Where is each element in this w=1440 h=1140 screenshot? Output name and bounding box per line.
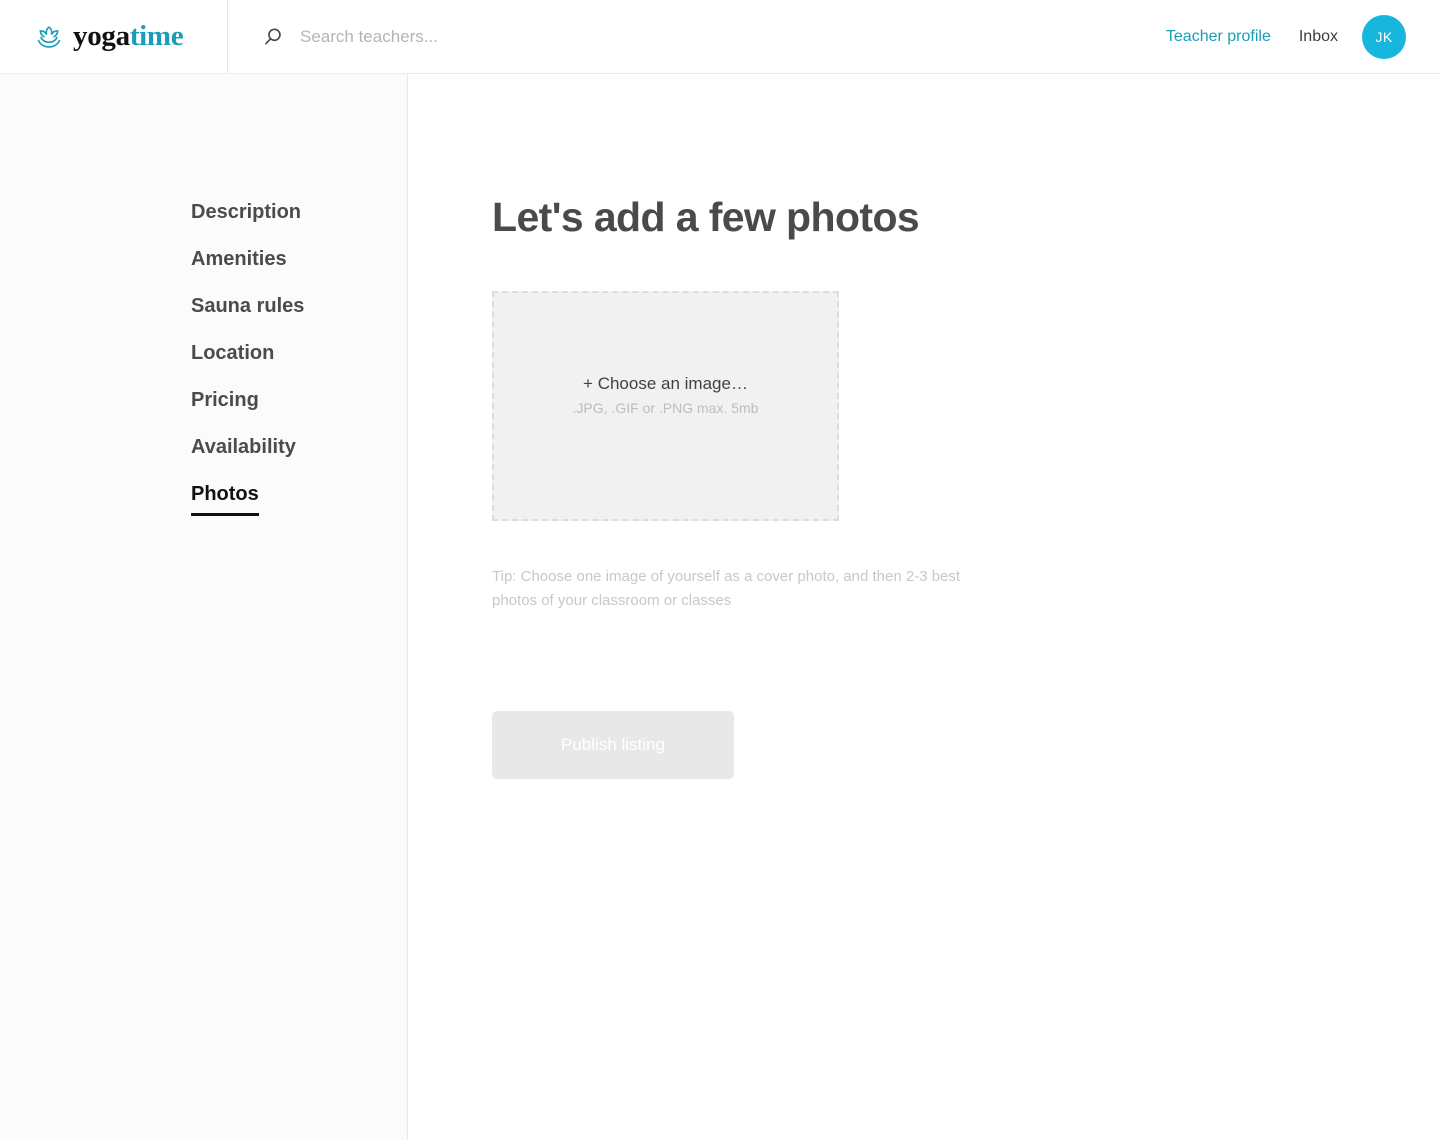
avatar[interactable]: JK (1362, 14, 1406, 59)
inbox-link[interactable]: Inbox (1299, 28, 1338, 46)
page-title: Let's add a few photos (492, 194, 920, 240)
brand-logo[interactable]: yogatime (0, 0, 228, 73)
photos-tip: Tip: Choose one image of yourself as a c… (492, 568, 961, 610)
search-icon (262, 26, 284, 48)
lotus-icon (32, 20, 66, 54)
sidebar-item-amenities[interactable]: Amenities (191, 249, 287, 269)
brand-word-yoga: yoga (73, 20, 130, 52)
publish-listing-button[interactable]: Publish listing (492, 710, 734, 779)
sidebar-item-sauna-rules[interactable]: Sauna rules (191, 296, 304, 316)
search-bar[interactable] (228, 0, 1166, 73)
brand-wordmark: yogatime (73, 20, 184, 53)
brand-word-time: time (129, 20, 184, 52)
sidebar-item-description[interactable]: Description (191, 202, 301, 222)
sidebar-item-availability[interactable]: Availability (191, 437, 296, 457)
main-content: Let's add a few photos + Choose an image… (408, 74, 1440, 1140)
sidebar: Description Amenities Sauna rules Locati… (0, 74, 408, 1140)
sidebar-item-photos[interactable]: Photos (191, 484, 259, 516)
search-input[interactable] (300, 26, 720, 47)
choose-image-label: + Choose an image… (583, 374, 748, 393)
teacher-profile-link[interactable]: Teacher profile (1166, 28, 1271, 46)
app-header: yogatime Teacher profile Inbox JK (0, 0, 1440, 74)
header-actions: Teacher profile Inbox JK (1166, 0, 1440, 73)
file-format-hint: .JPG, .GIF or .PNG max. 5mb (572, 400, 759, 416)
sidebar-nav: Description Amenities Sauna rules Locati… (0, 202, 407, 543)
sidebar-item-location[interactable]: Location (191, 343, 274, 363)
sidebar-item-pricing[interactable]: Pricing (191, 390, 259, 410)
page-body: Description Amenities Sauna rules Locati… (0, 74, 1440, 1140)
image-dropzone[interactable]: + Choose an image… .JPG, .GIF or .PNG ma… (492, 291, 839, 521)
